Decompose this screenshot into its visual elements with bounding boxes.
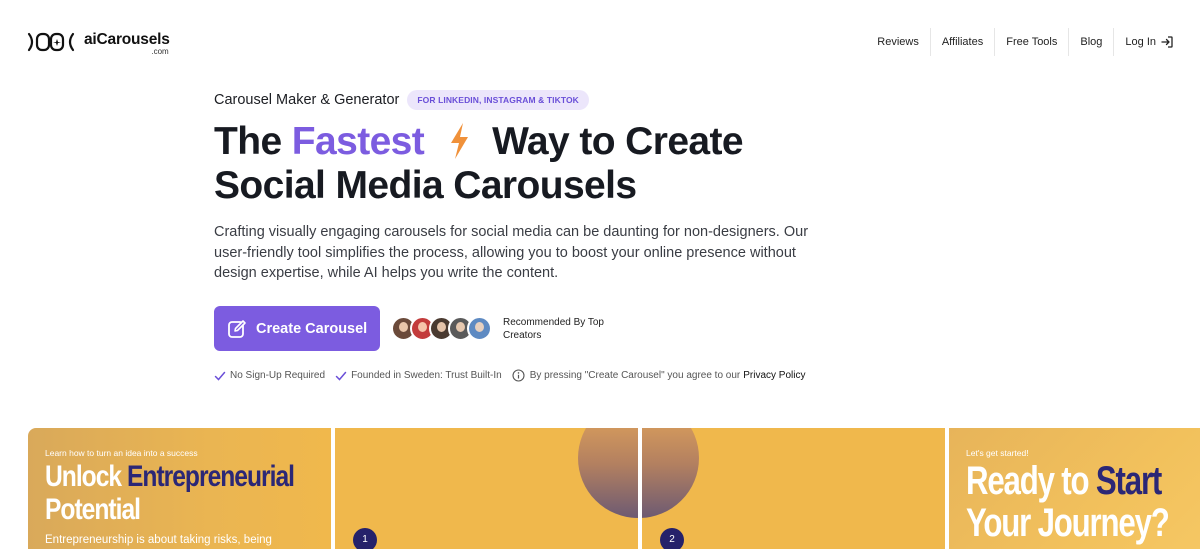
check-icon bbox=[335, 371, 347, 381]
create-carousel-button[interactable]: Create Carousel bbox=[214, 306, 380, 351]
login-icon bbox=[1161, 36, 1173, 48]
creator-avatars bbox=[391, 316, 492, 341]
headline-pre: The bbox=[214, 120, 282, 163]
recommended-text: Recommended By Top Creators bbox=[503, 317, 604, 341]
check-label: Founded in Sweden: Trust Built-In bbox=[351, 370, 502, 381]
info-icon bbox=[512, 369, 525, 382]
decorative-circle bbox=[578, 428, 638, 518]
logo-mark-icon bbox=[27, 32, 75, 52]
slide-title-white: Ready to bbox=[966, 459, 1090, 503]
page-title: The Fastest Way to Create Social Media C… bbox=[214, 120, 744, 208]
hero-subline: Carousel Maker & Generator FOR LINKEDIN,… bbox=[214, 90, 589, 110]
slide-3: 2 bbox=[642, 428, 945, 549]
site-header: aiCarousels .com Reviews Affiliates Free… bbox=[0, 0, 1200, 84]
nav-blog[interactable]: Blog bbox=[1069, 28, 1115, 56]
check-no-signup: No Sign-Up Required bbox=[214, 370, 325, 382]
slide-title-dark: Start bbox=[1095, 459, 1162, 503]
hero-subtitle: Carousel Maker & Generator bbox=[214, 92, 400, 108]
logo-text: aiCarousels .com bbox=[84, 30, 170, 56]
headline-line2: Social Media Carousels bbox=[214, 164, 637, 207]
slide-4: Let's get started! Ready to Start Your J… bbox=[949, 428, 1200, 549]
headline-post: Way to Create bbox=[492, 120, 743, 163]
check-icon bbox=[214, 371, 226, 381]
decorative-circle bbox=[642, 428, 699, 518]
check-sweden: Founded in Sweden: Trust Built-In bbox=[335, 370, 502, 382]
brand-tld: .com bbox=[151, 47, 169, 56]
slide-kicker: Let's get started! bbox=[966, 448, 1029, 458]
login-link[interactable]: Log In bbox=[1114, 28, 1178, 56]
nav-free-tools[interactable]: Free Tools bbox=[995, 28, 1070, 56]
slide-title-white: Unlock bbox=[45, 460, 122, 493]
privacy-policy-link[interactable]: Privacy Policy bbox=[743, 370, 805, 381]
check-label: No Sign-Up Required bbox=[230, 370, 326, 381]
nav-reviews[interactable]: Reviews bbox=[866, 28, 931, 56]
slide-title-dark: Entrepreneurial bbox=[126, 460, 295, 493]
slide-title-line2: Your Journey? bbox=[966, 501, 1170, 545]
slide-kicker: Learn how to turn an idea into a success bbox=[45, 448, 198, 458]
step-number: 1 bbox=[353, 528, 377, 549]
agreement-note: By pressing "Create Carousel" you agree … bbox=[512, 369, 806, 382]
slide-title-line2: Potential bbox=[45, 493, 141, 526]
slide-2: 1 bbox=[335, 428, 638, 549]
slide-body: Entrepreneurship is about taking risks, … bbox=[45, 534, 272, 546]
lightning-bolt-icon bbox=[451, 123, 469, 159]
slide-title: Ready to Start Your Journey? bbox=[966, 460, 1200, 544]
main-nav: Reviews Affiliates Free Tools Blog Log I… bbox=[866, 28, 1178, 56]
nav-affiliates[interactable]: Affiliates bbox=[931, 28, 996, 56]
logo[interactable]: aiCarousels .com bbox=[27, 30, 170, 56]
slide-title: Unlock Entrepreneurial Potential bbox=[45, 460, 331, 526]
agreement-text: By pressing "Create Carousel" you agree … bbox=[529, 370, 741, 381]
edit-icon bbox=[228, 319, 246, 338]
hero-description: Crafting visually engaging carousels for… bbox=[214, 224, 809, 281]
avatar bbox=[467, 316, 492, 341]
create-carousel-label: Create Carousel bbox=[256, 320, 368, 337]
platform-badge: FOR LINKEDIN, INSTAGRAM & TIKTOK bbox=[407, 90, 589, 110]
step-number: 2 bbox=[660, 528, 684, 549]
carousel-preview: Learn how to turn an idea into a success… bbox=[28, 428, 1200, 549]
trust-row: No Sign-Up Required Founded in Sweden: T… bbox=[214, 369, 816, 382]
login-label: Log In bbox=[1125, 36, 1156, 48]
slide-1: Learn how to turn an idea into a success… bbox=[28, 428, 331, 549]
headline-accent: Fastest bbox=[291, 120, 425, 163]
